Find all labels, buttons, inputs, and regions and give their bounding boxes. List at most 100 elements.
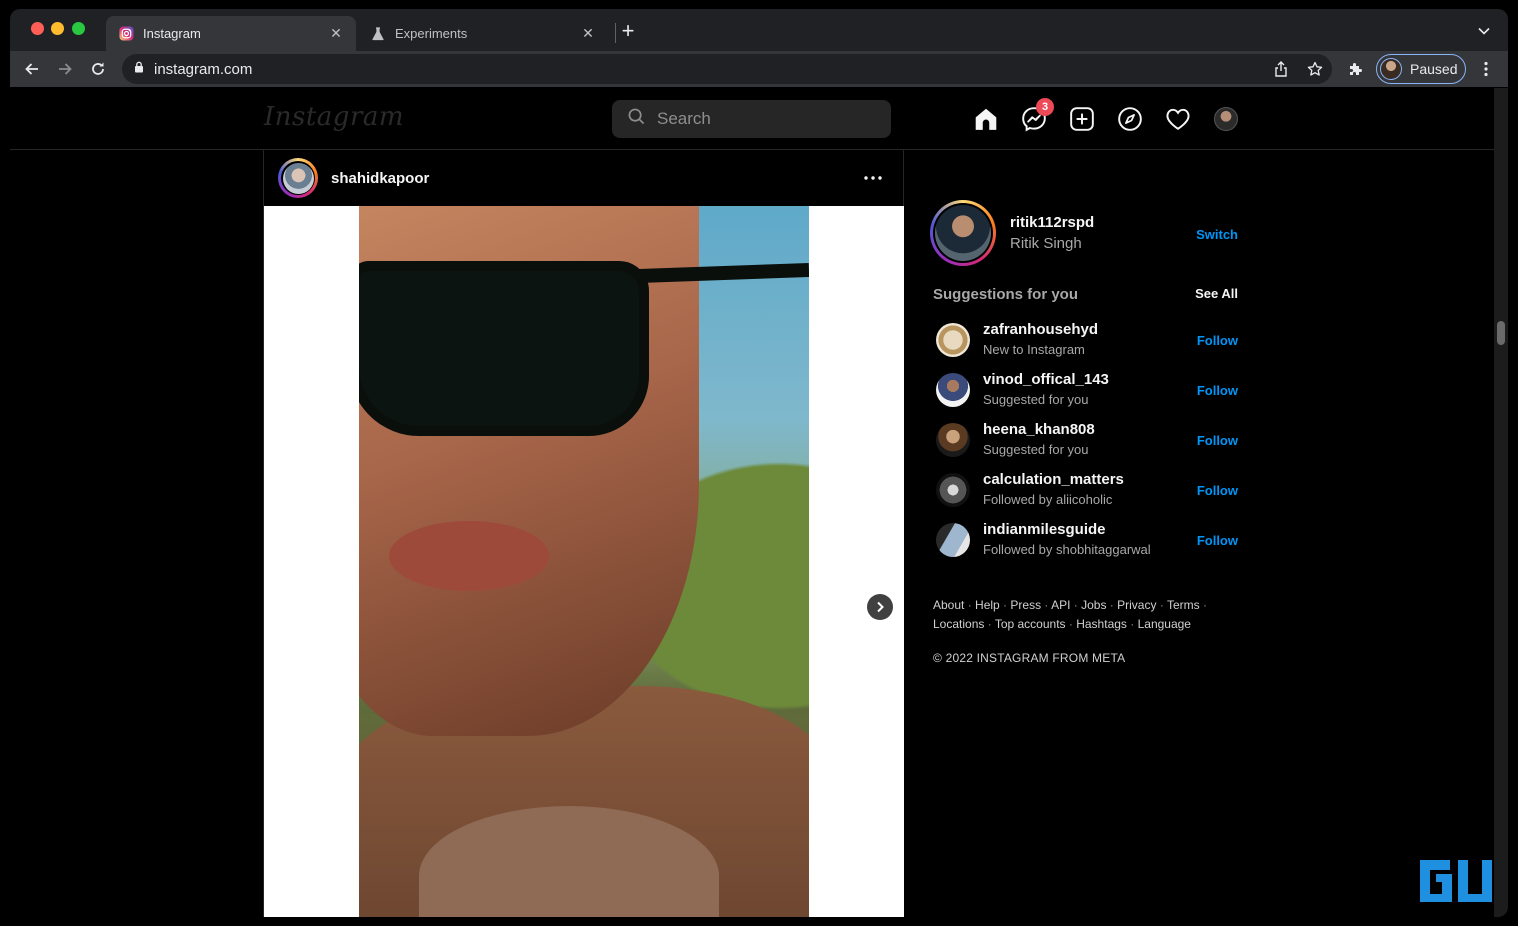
suggestion-item: indianmilesguide Followed by shobhitagga… <box>936 516 1240 566</box>
footer-link-hashtags[interactable]: Hashtags <box>1076 617 1127 631</box>
instagram-favicon-icon <box>118 26 134 42</box>
current-user-card: ritik112rspd Ritik Singh Switch <box>930 200 1240 268</box>
search-icon <box>628 108 657 130</box>
next-slide-chevron-icon[interactable] <box>867 594 893 620</box>
current-user-avatar[interactable] <box>930 200 996 266</box>
minimize-window-button[interactable] <box>51 22 64 35</box>
share-icon[interactable] <box>1268 54 1294 84</box>
avatar[interactable] <box>936 473 970 507</box>
avatar[interactable] <box>936 523 970 557</box>
avatar <box>1214 107 1238 131</box>
footer-link-language[interactable]: Language <box>1138 617 1191 631</box>
post-image-container[interactable] <box>264 206 904 917</box>
more-options-icon[interactable] <box>861 168 885 188</box>
extensions-puzzle-icon[interactable] <box>1343 56 1369 82</box>
feed-post: shahidkapoor <box>263 150 904 917</box>
back-icon[interactable] <box>19 56 45 82</box>
suggestion-subtitle: New to Instagram <box>983 342 1085 357</box>
search-placeholder: Search <box>657 109 711 128</box>
instagram-logo[interactable]: Instagram <box>264 102 404 132</box>
suggestions-title: Suggestions for you <box>933 286 1079 303</box>
home-icon[interactable] <box>972 105 1000 133</box>
avatar[interactable] <box>936 423 970 457</box>
see-all-button[interactable]: See All <box>1195 286 1238 303</box>
zoom-window-button[interactable] <box>72 22 85 35</box>
url-text: instagram.com <box>154 60 253 78</box>
footer-link-press[interactable]: Press <box>1010 598 1041 612</box>
scrollbar-thumb[interactable] <box>1497 321 1505 345</box>
follow-button[interactable]: Follow <box>1197 383 1238 398</box>
post-photo <box>359 206 809 917</box>
suggestion-item: vinod_offical_143 Suggested for you Foll… <box>936 366 1240 416</box>
avatar[interactable] <box>936 373 970 407</box>
post-author-username[interactable]: shahidkapoor <box>331 170 429 187</box>
avatar[interactable] <box>936 323 970 357</box>
copyright-text: © 2022 INSTAGRAM FROM META <box>933 651 1126 665</box>
profile-avatar-button[interactable] <box>1212 105 1240 133</box>
suggestion-username[interactable]: heena_khan808 <box>983 421 1095 438</box>
flask-icon <box>370 26 386 42</box>
page-scrollbar[interactable] <box>1494 88 1508 917</box>
profile-status: Paused <box>1410 61 1458 77</box>
follow-button[interactable]: Follow <box>1197 433 1238 448</box>
browser-toolbar: instagram.com Paused <box>10 51 1508 87</box>
footer-links: About · Help · Press · API · Jobs · Priv… <box>933 598 1207 631</box>
explore-compass-icon[interactable] <box>1116 105 1144 133</box>
post-header: shahidkapoor <box>264 150 903 206</box>
suggestion-username[interactable]: calculation_matters <box>983 471 1124 488</box>
post-author-avatar[interactable] <box>278 158 318 198</box>
lock-icon <box>134 60 144 78</box>
bookmark-star-icon[interactable] <box>1302 54 1328 84</box>
footer-link-privacy[interactable]: Privacy <box>1117 598 1156 612</box>
activity-heart-icon[interactable] <box>1164 105 1192 133</box>
suggestion-item: calculation_matters Followed by aliicoho… <box>936 466 1240 516</box>
messenger-badge: 3 <box>1036 98 1054 116</box>
suggestion-subtitle: Followed by aliicoholic <box>983 492 1113 507</box>
footer-link-terms[interactable]: Terms <box>1167 598 1200 612</box>
instagram-page: Instagram Search 3 shahidkapoor ritik112… <box>10 88 1494 917</box>
follow-button[interactable]: Follow <box>1197 333 1238 348</box>
suggestions-header: Suggestions for you See All <box>933 286 1240 303</box>
tab-strip: Instagram ✕ Experiments ✕ + <box>10 9 1508 51</box>
close-tab-icon[interactable]: ✕ <box>580 25 596 42</box>
suggestion-item: zafranhousehyd New to Instagram Follow <box>936 316 1240 366</box>
footer-link-jobs[interactable]: Jobs <box>1081 598 1106 612</box>
suggestion-subtitle: Followed by shobhitaggarwal <box>983 542 1151 557</box>
close-window-button[interactable] <box>31 22 44 35</box>
footer-link-help[interactable]: Help <box>975 598 1000 612</box>
tab-experiments[interactable]: Experiments ✕ <box>358 16 608 51</box>
suggestion-username[interactable]: vinod_offical_143 <box>983 371 1109 388</box>
forward-icon[interactable] <box>52 56 78 82</box>
messenger-icon[interactable]: 3 <box>1020 98 1054 133</box>
current-user-username[interactable]: ritik112rspd <box>1010 214 1094 231</box>
browser-window: Instagram ✕ Experiments ✕ + instagram.co… <box>10 9 1508 917</box>
suggestion-username[interactable]: zafranhousehyd <box>983 321 1098 338</box>
suggestions-list: zafranhousehyd New to Instagram Follow v… <box>936 316 1240 566</box>
profile-button[interactable]: Paused <box>1376 54 1466 84</box>
suggestion-item: heena_khan808 Suggested for you Follow <box>936 416 1240 466</box>
suggestion-subtitle: Suggested for you <box>983 392 1089 407</box>
follow-button[interactable]: Follow <box>1197 533 1238 548</box>
suggestion-subtitle: Suggested for you <box>983 442 1089 457</box>
footer-link-about[interactable]: About <box>933 598 964 612</box>
suggestion-username[interactable]: indianmilesguide <box>983 521 1106 538</box>
avatar <box>1380 58 1402 80</box>
instagram-top-nav: Instagram Search 3 <box>10 88 1494 150</box>
footer-link-api[interactable]: API <box>1051 598 1070 612</box>
footer-link-locations[interactable]: Locations <box>933 617 984 631</box>
address-bar[interactable]: instagram.com <box>122 54 1332 84</box>
tab-title: Instagram <box>143 26 201 41</box>
current-user-fullname: Ritik Singh <box>1010 235 1082 252</box>
tab-instagram[interactable]: Instagram ✕ <box>106 16 356 51</box>
new-post-icon[interactable] <box>1068 105 1096 133</box>
search-input[interactable]: Search <box>612 100 891 138</box>
switch-account-button[interactable]: Switch <box>1196 227 1238 242</box>
follow-button[interactable]: Follow <box>1197 483 1238 498</box>
more-menu-icon[interactable] <box>1473 56 1499 82</box>
tab-search-chevron-icon[interactable] <box>1474 21 1494 41</box>
new-tab-button[interactable]: + <box>616 18 640 43</box>
watermark-logo-icon <box>1420 860 1492 902</box>
reload-icon[interactable] <box>85 56 111 82</box>
close-tab-icon[interactable]: ✕ <box>328 25 344 42</box>
footer-link-top-accounts[interactable]: Top accounts <box>995 617 1066 631</box>
